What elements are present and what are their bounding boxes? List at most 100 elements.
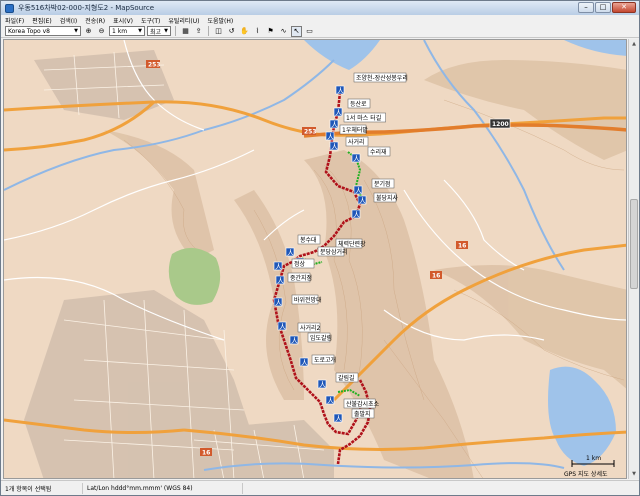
hiker-glyph: 人 [355, 187, 362, 195]
map-canvas[interactable]: 253 253 1200 16 16 16 人조양천-장산성봉우리人등산로人1서… [4, 40, 627, 479]
maximize-button[interactable]: □ [595, 2, 611, 13]
hiker-glyph: 人 [331, 121, 338, 129]
hiker-glyph: 人 [301, 359, 308, 367]
menu-edit[interactable]: 편집(E) [31, 16, 53, 25]
chevron-down-icon: ▼ [164, 28, 168, 34]
chevron-down-icon: ▼ [138, 28, 142, 34]
scale-label: 1 km [586, 455, 601, 462]
waypoint-label: 사거리 [348, 138, 365, 146]
road-shield-label: 253 [148, 62, 161, 69]
road-shield-label: 253 [304, 129, 317, 136]
detail-value: 최고 [150, 28, 162, 36]
scroll-up-icon[interactable]: ▲ [629, 39, 639, 49]
waypoint-tool-icon[interactable]: ◫ [213, 26, 224, 37]
track-icon[interactable]: ∿ [278, 26, 289, 37]
map-view[interactable]: 253 253 1200 16 16 16 人 조양천-장산성봉우리 人 등산로… [3, 39, 627, 479]
road-shield: 16 [430, 271, 442, 280]
waypoint-label: 1서 마스 터길 [346, 114, 381, 122]
waypoint-label: 분당삼거리 [320, 248, 348, 256]
map-select-icon[interactable]: ▦ [180, 26, 191, 37]
hiker-glyph: 人 [327, 133, 334, 141]
road-shield-label: 1200 [492, 121, 509, 128]
menu-tools[interactable]: 도구(T) [140, 16, 161, 25]
hiker-glyph: 人 [335, 109, 342, 117]
road-shield: 1200 [489, 118, 511, 129]
waypoint[interactable]: 人 사거리2 [277, 321, 321, 333]
vertical-scrollbar[interactable]: ▲ ▼ [628, 39, 639, 479]
waypoint-label: 조양천-장산성봉우리 [356, 74, 408, 82]
menu-utilities[interactable]: 유틸리티(U) [167, 16, 200, 25]
waypoint-label: 1우체터밭 [342, 126, 368, 134]
chevron-down-icon: ▼ [74, 28, 78, 34]
hiker-glyph: 人 [353, 155, 360, 163]
minimize-button[interactable]: – [578, 2, 594, 13]
road-shield-label: 16 [458, 243, 466, 250]
toolbar-separator [175, 26, 176, 36]
waypoint-label: 불당지사 [376, 194, 399, 202]
zoom-in-icon[interactable]: ⊕ [83, 26, 94, 37]
scale-select[interactable]: 1 km ▼ [109, 26, 145, 36]
window-controls: – □ ✕ [578, 2, 636, 13]
road-shield: 16 [456, 241, 468, 250]
waypoint-label: 임도갈림 [310, 334, 332, 342]
hiker-glyph: 人 [319, 381, 326, 389]
menu-find[interactable]: 검색(I) [59, 16, 79, 25]
waypoint-label: 바위전망대 [294, 296, 322, 304]
hiker-glyph: 人 [291, 337, 298, 345]
measure-icon[interactable]: ▭ [304, 26, 315, 37]
road-shield: 253 [146, 60, 161, 69]
hiker-glyph: 人 [277, 277, 284, 285]
flag-icon[interactable]: ⚑ [265, 26, 276, 37]
lasso-icon[interactable]: ↺ [226, 26, 237, 37]
close-button[interactable]: ✕ [612, 2, 636, 13]
menu-view[interactable]: 표시(V) [112, 16, 134, 25]
waypoint-label: 수리재 [370, 148, 387, 156]
waypoint-label: 산불감시초소 [346, 400, 380, 408]
waypoint-label: 분기점 [374, 180, 391, 188]
selection-status: 1개 항목이 선택됨 [1, 482, 83, 494]
road-shield-label: 16 [202, 450, 210, 457]
select-icon[interactable]: ↖ [291, 25, 302, 37]
detail-select[interactable]: 최고 ▼ [147, 26, 171, 36]
toolbar-separator [208, 26, 209, 36]
hiker-glyph: 人 [275, 263, 282, 271]
menu-file[interactable]: 파일(F) [4, 16, 25, 25]
scroll-thumb[interactable] [630, 199, 638, 289]
send-to-device-icon[interactable]: ⇪ [193, 26, 204, 37]
menu-help[interactable]: 도움말(H) [206, 16, 234, 25]
application-window: 우동516차박02-000-지형도2 - MapSource – □ ✕ 파일(… [0, 0, 640, 496]
menu-transfer[interactable]: 전송(R) [84, 16, 106, 25]
waypoint-label: 봉수대 [300, 236, 317, 244]
map-product-select[interactable]: Korea Topo v8 ▼ [5, 26, 81, 36]
hand-icon[interactable]: ✋ [239, 26, 250, 37]
park-area [168, 247, 221, 305]
hiker-glyph: 人 [327, 397, 334, 405]
hiker-glyph: 人 [335, 415, 342, 423]
hiker-glyph: 人 [337, 87, 344, 95]
hiker-glyph: 人 [279, 323, 286, 331]
route-icon[interactable]: ⌇ [252, 26, 263, 37]
road-shield: 253 [302, 127, 317, 136]
road-shield: 16 [200, 448, 212, 457]
map-credit-label: GPS 지도 상세도 [564, 470, 608, 478]
menu-bar: 파일(F) 편집(E) 검색(I) 전송(R) 표시(V) 도구(T) 유틸리티… [1, 15, 639, 25]
toolbar: Korea Topo v8 ▼ ⊕ ⊖ 1 km ▼ 최고 ▼ ▦ ⇪ ◫ ↺ … [1, 25, 639, 38]
title-bar[interactable]: 우동516차박02-000-지형도2 - MapSource – □ ✕ [1, 1, 639, 15]
coordinate-format: Lat/Lon hddd°mm.mmm' (WGS 84) [83, 482, 243, 494]
hiker-glyph: 人 [275, 299, 282, 307]
waypoint-label: 중간지점 [290, 274, 312, 282]
waypoint-label: 정상 [294, 260, 306, 268]
waypoint-label: 갈림길 [338, 374, 355, 382]
hiker-glyph: 人 [359, 197, 366, 205]
waypoint-label: 출발지 [354, 410, 371, 418]
scroll-down-icon[interactable]: ▼ [629, 469, 639, 479]
waypoint-label: 도로고개 [314, 356, 336, 364]
mapsource-app-icon [5, 3, 14, 13]
road-shield-label: 16 [432, 273, 440, 280]
hiker-glyph: 人 [287, 249, 294, 257]
map-product-value: Korea Topo v8 [8, 27, 50, 35]
hiker-glyph: 人 [331, 143, 338, 151]
zoom-out-icon[interactable]: ⊖ [96, 26, 107, 37]
window-title: 우동516차박02-000-지형도2 - MapSource [18, 4, 155, 12]
scale-value: 1 km [112, 27, 128, 35]
